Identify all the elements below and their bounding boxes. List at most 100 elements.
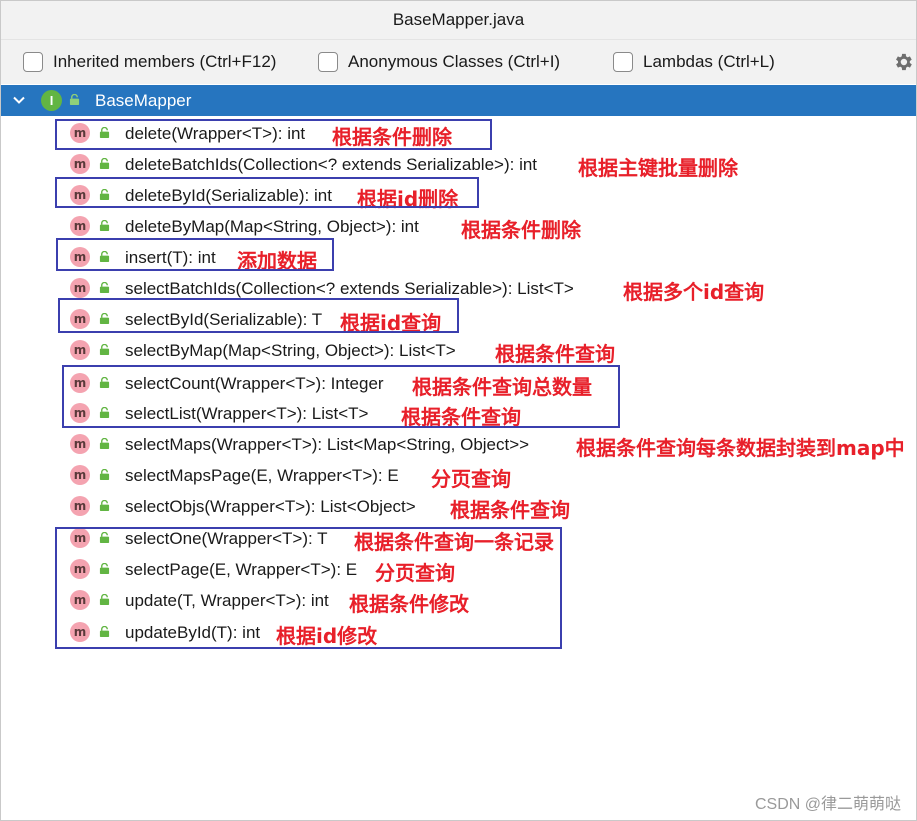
lock-icon <box>99 594 110 605</box>
method-row[interactable]: m selectByMap(Map<String, Object>): List<… <box>1 335 916 366</box>
inherited-members-label: Inherited members (Ctrl+F12) <box>53 52 277 71</box>
method-signature: selectMaps(Wrapper<T>): List<Map<String,… <box>125 435 530 454</box>
gear-icon[interactable] <box>892 51 914 73</box>
inherited-members-option[interactable]: Inherited members (Ctrl+F12) <box>23 50 276 74</box>
tree-root-label: BaseMapper <box>95 91 192 110</box>
method-annotation: 分页查询 <box>375 561 455 585</box>
method-row[interactable]: m selectOne(Wrapper<T>): T 根据条件查询一条记录 <box>1 523 916 554</box>
anonymous-classes-label: Anonymous Classes (Ctrl+I) <box>348 52 561 71</box>
tree-root-basemapper[interactable]: I BaseMapper <box>1 85 916 116</box>
lock-icon <box>69 94 80 105</box>
method-signature: selectById(Serializable): T <box>125 310 323 329</box>
lock-icon <box>99 127 110 138</box>
method-row[interactable]: m deleteBatchIds(Collection<? extends Ser… <box>1 149 916 180</box>
lock-icon <box>99 438 110 449</box>
lock-icon <box>99 344 110 355</box>
method-icon: m <box>70 528 90 548</box>
lock-icon <box>99 563 110 574</box>
lambdas-checkbox[interactable] <box>613 52 633 72</box>
method-icon: m <box>70 123 90 143</box>
method-signature: selectPage(E, Wrapper<T>): E <box>125 560 358 579</box>
method-icon: m <box>70 434 90 454</box>
method-icon: m <box>70 465 90 485</box>
lock-icon <box>99 189 110 200</box>
method-row[interactable]: m selectById(Serializable): T 根据id查询 <box>1 304 916 335</box>
method-signature: delete(Wrapper<T>): int <box>125 124 306 143</box>
method-signature: deleteByMap(Map<String, Object>): int <box>125 217 419 236</box>
method-signature: selectOne(Wrapper<T>): T <box>125 529 328 548</box>
lock-icon <box>99 469 110 480</box>
method-signature: selectByMap(Map<String, Object>): List<T… <box>125 341 456 360</box>
method-signature: selectMapsPage(E, Wrapper<T>): E <box>125 466 399 485</box>
method-signature: selectBatchIds(Collection<? extends Seri… <box>125 279 574 298</box>
structure-toolbar: Inherited members (Ctrl+F12) Anonymous C… <box>1 39 916 84</box>
method-row[interactable]: m deleteById(Serializable): int 根据id删除 <box>1 180 916 211</box>
method-row[interactable]: m selectObjs(Wrapper<T>): List<Object> 根据条… <box>1 491 916 522</box>
method-annotation: 根据条件修改 <box>349 592 469 616</box>
method-annotation: 根据条件删除 <box>461 218 581 242</box>
method-icon: m <box>70 309 90 329</box>
window-title: BaseMapper.java <box>1 1 916 39</box>
method-row[interactable]: m selectBatchIds(Collection<? extends Ser… <box>1 273 916 304</box>
method-icon: m <box>70 185 90 205</box>
lock-icon <box>99 626 110 637</box>
window-title-text: BaseMapper.java <box>392 10 525 29</box>
method-icon: m <box>70 216 90 236</box>
method-annotation: 根据条件查询 <box>495 342 615 366</box>
lock-icon <box>99 532 110 543</box>
lock-icon <box>99 313 110 324</box>
method-annotation: 根据id修改 <box>276 624 378 648</box>
method-icon: m <box>70 373 90 393</box>
method-signature: selectCount(Wrapper<T>): Integer <box>125 374 384 393</box>
method-signature: updateById(T): int <box>125 623 261 642</box>
method-annotation: 根据条件查询一条记录 <box>354 530 554 554</box>
method-signature: deleteById(Serializable): int <box>125 186 332 205</box>
method-annotation: 根据条件查询 <box>450 498 570 522</box>
method-annotation: 添加数据 <box>237 249 317 273</box>
method-signature: selectList(Wrapper<T>): List<T> <box>125 404 369 423</box>
method-row[interactable]: m deleteByMap(Map<String, Object>): int 根据… <box>1 211 916 242</box>
lambdas-option[interactable]: Lambdas (Ctrl+L) <box>613 50 775 74</box>
method-signature: deleteBatchIds(Collection<? extends Seri… <box>125 155 538 174</box>
method-row[interactable]: m delete(Wrapper<T>): int 根据条件删除 <box>1 118 916 149</box>
lock-icon <box>99 220 110 231</box>
method-row[interactable]: m selectMapsPage(E, Wrapper<T>): E 分页查询 <box>1 460 916 491</box>
lock-icon <box>99 377 110 388</box>
method-signature: selectObjs(Wrapper<T>): List<Object> <box>125 497 416 516</box>
method-icon: m <box>70 278 90 298</box>
method-signature: insert(T): int <box>125 248 216 267</box>
method-row[interactable]: m selectMaps(Wrapper<T>): List<Map<String… <box>1 429 916 460</box>
method-row[interactable]: m updateById(T): int 根据id修改 <box>1 617 916 648</box>
inherited-members-checkbox[interactable] <box>23 52 43 72</box>
method-annotation: 根据条件删除 <box>332 125 452 149</box>
method-icon: m <box>70 622 90 642</box>
method-row[interactable]: m selectCount(Wrapper<T>): Integer 根据条件查询总… <box>1 368 916 399</box>
method-annotation: 分页查询 <box>431 467 511 491</box>
lock-icon <box>99 282 110 293</box>
anonymous-classes-checkbox[interactable] <box>318 52 338 72</box>
chevron-down-icon[interactable] <box>11 92 27 108</box>
anonymous-classes-option[interactable]: Anonymous Classes (Ctrl+I) <box>318 50 560 74</box>
method-annotation: 根据id查询 <box>340 311 442 335</box>
method-row[interactable]: m selectPage(E, Wrapper<T>): E 分页查询 <box>1 554 916 585</box>
method-annotation: 根据id删除 <box>357 187 459 211</box>
method-icon: m <box>70 247 90 267</box>
lock-icon <box>99 251 110 262</box>
method-row[interactable]: m selectList(Wrapper<T>): List<T> 根据条件查询 <box>1 398 916 429</box>
lambdas-label: Lambdas (Ctrl+L) <box>643 52 775 71</box>
lock-icon <box>99 158 110 169</box>
method-annotation: 根据多个id查询 <box>623 280 765 304</box>
watermark: CSDN @律二萌萌哒 <box>754 796 901 813</box>
method-signature: update(T, Wrapper<T>): int <box>125 591 329 610</box>
method-icon: m <box>70 340 90 360</box>
method-icon: m <box>70 559 90 579</box>
method-annotation: 根据主键批量删除 <box>578 156 738 180</box>
lock-icon <box>99 407 110 418</box>
method-annotation: 根据条件查询总数量 <box>412 375 592 399</box>
method-row[interactable]: m insert(T): int 添加数据 <box>1 242 916 273</box>
method-annotation: 根据条件查询 <box>401 405 521 429</box>
interface-icon: I <box>41 90 62 111</box>
method-icon: m <box>70 154 90 174</box>
method-icon: m <box>70 496 90 516</box>
method-row[interactable]: m update(T, Wrapper<T>): int 根据条件修改 <box>1 585 916 616</box>
